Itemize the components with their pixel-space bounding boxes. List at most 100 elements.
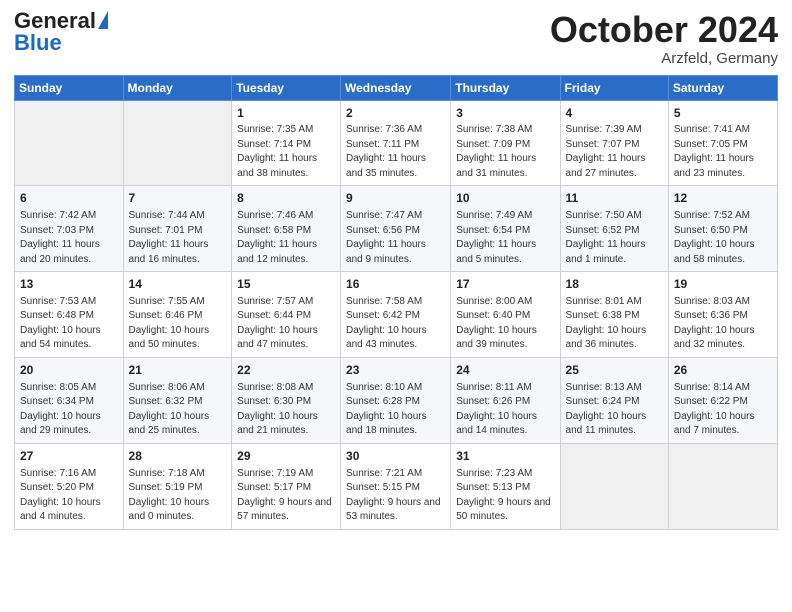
- day-number: 26: [674, 362, 772, 379]
- day-number: 6: [20, 190, 118, 207]
- calendar-header-saturday: Saturday: [668, 75, 777, 100]
- calendar-cell: 6 Sunrise: 7:42 AM Sunset: 7:03 PM Daylig…: [15, 186, 124, 272]
- day-number: 7: [129, 190, 227, 207]
- day-number: 5: [674, 105, 772, 122]
- logo-triangle-icon: [98, 11, 108, 29]
- calendar-cell: 29 Sunrise: 7:19 AM Sunset: 5:17 PM Dayli…: [232, 443, 341, 529]
- calendar-cell: 16Sunrise: 7:58 AM Sunset: 6:42 PM Dayli…: [341, 272, 451, 358]
- calendar-cell: 11 Sunrise: 7:50 AM Sunset: 6:52 PM Dayli…: [560, 186, 668, 272]
- calendar-cell: 26 Sunrise: 8:14 AM Sunset: 6:22 PM Dayli…: [668, 357, 777, 443]
- calendar-week-2: 6 Sunrise: 7:42 AM Sunset: 7:03 PM Daylig…: [15, 186, 778, 272]
- logo-blue: Blue: [14, 32, 62, 54]
- day-info: Sunrise: 8:10 AM Sunset: 6:28 PM Dayligh…: [346, 381, 445, 439]
- day-info: Sunrise: 8:14 AM Sunset: 6:22 PM Dayligh…: [674, 381, 772, 439]
- logo-general: General: [14, 10, 96, 32]
- day-info: Sunrise: 8:01 AM Sunset: 6:38 PM Dayligh…: [566, 295, 663, 353]
- page: General Blue October 2024 Arzfeld, Germa…: [0, 0, 792, 612]
- day-number: 20: [20, 362, 118, 379]
- day-number: 29: [237, 448, 335, 465]
- day-number: 25: [566, 362, 663, 379]
- day-info: Sunrise: 8:06 AM Sunset: 6:32 PM Dayligh…: [129, 381, 227, 439]
- day-info: Sunrise: 7:55 AM Sunset: 6:46 PM Dayligh…: [129, 295, 227, 353]
- day-info: Sunrise: 7:19 AM Sunset: 5:17 PM Dayligh…: [237, 467, 335, 525]
- day-info: Sunrise: 7:16 AM Sunset: 5:20 PM Dayligh…: [20, 467, 118, 525]
- day-info: Sunrise: 8:11 AM Sunset: 6:26 PM Dayligh…: [456, 381, 554, 439]
- day-info: Sunrise: 7:35 AM Sunset: 7:14 PM Dayligh…: [237, 123, 335, 181]
- day-info: Sunrise: 7:44 AM Sunset: 7:01 PM Dayligh…: [129, 209, 227, 267]
- calendar-cell: 1Sunrise: 7:35 AM Sunset: 7:14 PM Daylig…: [232, 100, 341, 186]
- day-number: 12: [674, 190, 772, 207]
- calendar-header-tuesday: Tuesday: [232, 75, 341, 100]
- day-info: Sunrise: 8:08 AM Sunset: 6:30 PM Dayligh…: [237, 381, 335, 439]
- calendar-week-3: 13Sunrise: 7:53 AM Sunset: 6:48 PM Dayli…: [15, 272, 778, 358]
- calendar-cell: 22 Sunrise: 8:08 AM Sunset: 6:30 PM Dayli…: [232, 357, 341, 443]
- calendar-cell: 8 Sunrise: 7:46 AM Sunset: 6:58 PM Daylig…: [232, 186, 341, 272]
- day-number: 3: [456, 105, 554, 122]
- calendar-cell: 12 Sunrise: 7:52 AM Sunset: 6:50 PM Dayli…: [668, 186, 777, 272]
- calendar-cell: 10 Sunrise: 7:49 AM Sunset: 6:54 PM Dayli…: [451, 186, 560, 272]
- calendar-cell: 19 Sunrise: 8:03 AM Sunset: 6:36 PM Dayli…: [668, 272, 777, 358]
- day-number: 1: [237, 105, 335, 122]
- calendar-week-1: 1Sunrise: 7:35 AM Sunset: 7:14 PM Daylig…: [15, 100, 778, 186]
- day-number: 28: [129, 448, 227, 465]
- calendar-header-monday: Monday: [123, 75, 232, 100]
- calendar-cell: 17Sunrise: 8:00 AM Sunset: 6:40 PM Dayli…: [451, 272, 560, 358]
- day-info: Sunrise: 7:38 AM Sunset: 7:09 PM Dayligh…: [456, 123, 554, 181]
- day-info: Sunrise: 7:50 AM Sunset: 6:52 PM Dayligh…: [566, 209, 663, 267]
- calendar-cell: 15 Sunrise: 7:57 AM Sunset: 6:44 PM Dayli…: [232, 272, 341, 358]
- calendar-cell: 20Sunrise: 8:05 AM Sunset: 6:34 PM Dayli…: [15, 357, 124, 443]
- day-number: 31: [456, 448, 554, 465]
- day-number: 13: [20, 276, 118, 293]
- day-info: Sunrise: 7:42 AM Sunset: 7:03 PM Dayligh…: [20, 209, 118, 267]
- day-info: Sunrise: 8:13 AM Sunset: 6:24 PM Dayligh…: [566, 381, 663, 439]
- calendar-header-thursday: Thursday: [451, 75, 560, 100]
- calendar-header-row: SundayMondayTuesdayWednesdayThursdayFrid…: [15, 75, 778, 100]
- calendar-cell: 2Sunrise: 7:36 AM Sunset: 7:11 PM Daylig…: [341, 100, 451, 186]
- calendar: SundayMondayTuesdayWednesdayThursdayFrid…: [14, 75, 778, 530]
- day-info: Sunrise: 7:23 AM Sunset: 5:13 PM Dayligh…: [456, 467, 554, 525]
- day-number: 9: [346, 190, 445, 207]
- day-info: Sunrise: 7:18 AM Sunset: 5:19 PM Dayligh…: [129, 467, 227, 525]
- day-number: 21: [129, 362, 227, 379]
- calendar-cell: 24 Sunrise: 8:11 AM Sunset: 6:26 PM Dayli…: [451, 357, 560, 443]
- day-number: 23: [346, 362, 445, 379]
- day-info: Sunrise: 7:46 AM Sunset: 6:58 PM Dayligh…: [237, 209, 335, 267]
- calendar-cell: [668, 443, 777, 529]
- calendar-cell: 21 Sunrise: 8:06 AM Sunset: 6:32 PM Dayli…: [123, 357, 232, 443]
- day-number: 4: [566, 105, 663, 122]
- location: Arzfeld, Germany: [550, 50, 778, 67]
- calendar-cell: 13Sunrise: 7:53 AM Sunset: 6:48 PM Dayli…: [15, 272, 124, 358]
- day-info: Sunrise: 7:58 AM Sunset: 6:42 PM Dayligh…: [346, 295, 445, 353]
- day-info: Sunrise: 7:41 AM Sunset: 7:05 PM Dayligh…: [674, 123, 772, 181]
- day-number: 2: [346, 105, 445, 122]
- day-number: 27: [20, 448, 118, 465]
- day-number: 10: [456, 190, 554, 207]
- calendar-cell: [123, 100, 232, 186]
- day-number: 8: [237, 190, 335, 207]
- day-number: 11: [566, 190, 663, 207]
- calendar-week-4: 20Sunrise: 8:05 AM Sunset: 6:34 PM Dayli…: [15, 357, 778, 443]
- day-info: Sunrise: 7:49 AM Sunset: 6:54 PM Dayligh…: [456, 209, 554, 267]
- day-number: 19: [674, 276, 772, 293]
- calendar-cell: 31 Sunrise: 7:23 AM Sunset: 5:13 PM Dayli…: [451, 443, 560, 529]
- day-info: Sunrise: 8:03 AM Sunset: 6:36 PM Dayligh…: [674, 295, 772, 353]
- day-info: Sunrise: 7:57 AM Sunset: 6:44 PM Dayligh…: [237, 295, 335, 353]
- calendar-cell: 30 Sunrise: 7:21 AM Sunset: 5:15 PM Dayli…: [341, 443, 451, 529]
- calendar-cell: 25 Sunrise: 8:13 AM Sunset: 6:24 PM Dayli…: [560, 357, 668, 443]
- month-title: October 2024: [550, 10, 778, 50]
- day-number: 30: [346, 448, 445, 465]
- calendar-cell: [15, 100, 124, 186]
- day-info: Sunrise: 7:21 AM Sunset: 5:15 PM Dayligh…: [346, 467, 445, 525]
- logo: General Blue: [14, 10, 108, 54]
- calendar-cell: [560, 443, 668, 529]
- calendar-cell: 14Sunrise: 7:55 AM Sunset: 6:46 PM Dayli…: [123, 272, 232, 358]
- day-info: Sunrise: 7:39 AM Sunset: 7:07 PM Dayligh…: [566, 123, 663, 181]
- day-number: 24: [456, 362, 554, 379]
- calendar-cell: 9Sunrise: 7:47 AM Sunset: 6:56 PM Daylig…: [341, 186, 451, 272]
- day-number: 22: [237, 362, 335, 379]
- day-number: 15: [237, 276, 335, 293]
- header: General Blue October 2024 Arzfeld, Germa…: [14, 10, 778, 67]
- day-info: Sunrise: 8:00 AM Sunset: 6:40 PM Dayligh…: [456, 295, 554, 353]
- calendar-cell: 7 Sunrise: 7:44 AM Sunset: 7:01 PM Daylig…: [123, 186, 232, 272]
- day-info: Sunrise: 7:52 AM Sunset: 6:50 PM Dayligh…: [674, 209, 772, 267]
